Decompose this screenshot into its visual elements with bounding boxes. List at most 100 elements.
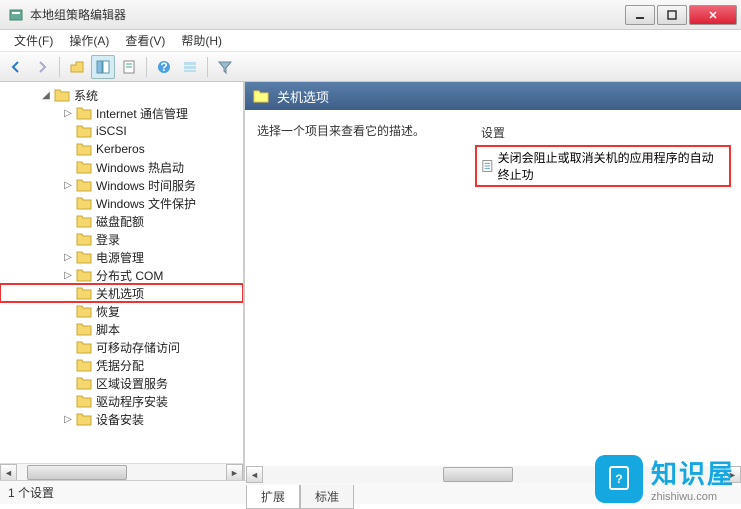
details-button[interactable] [178,55,202,79]
tree-item[interactable]: ▷ 设备安装 [0,410,243,428]
expand-icon[interactable]: ▷ [62,251,74,263]
content-area: ◢系统▷Internet 通信管理▷iSCSI▷Kerberos▷Windows… [0,82,741,480]
expand-icon[interactable]: ▷ [62,107,74,119]
tree-item[interactable]: ▷ Internet 通信管理 [0,104,243,122]
window-controls [623,5,737,25]
detail-description: 选择一个项目来查看它的描述。 [257,122,457,468]
tree-label: Windows 文件保护 [96,195,196,212]
toolbar-separator [146,57,147,77]
menu-view[interactable]: 查看(V) [117,30,173,51]
tree-item[interactable]: ▷ 电源管理 [0,248,243,266]
scroll-right-button[interactable]: ► [226,464,243,480]
settings-list: 设置 关闭会阻止或取消关机的应用程序的自动终止功 [477,122,729,468]
tree-item[interactable]: ▷磁盘配额 [0,212,243,230]
detail-body: 选择一个项目来查看它的描述。 设置 关闭会阻止或取消关机的应用程序的自动终止功 [245,110,741,480]
up-button[interactable] [65,55,89,79]
watermark-main: 知识屋 [651,454,735,491]
app-icon [8,7,24,23]
close-button[interactable] [689,5,737,25]
forward-button[interactable] [30,55,54,79]
folder-icon [253,89,269,103]
tree-label: Internet 通信管理 [96,105,188,122]
watermark-text: 知识屋 zhishiwu.com [651,454,735,503]
tree-toggle-button[interactable] [91,55,115,79]
tree-horizontal-scrollbar[interactable]: ◄ ► [0,463,243,480]
tree-label: 登录 [96,231,120,248]
menu-help[interactable]: 帮助(H) [173,30,230,51]
detail-header: 关机选项 [245,82,741,110]
tree-panel: ◢系统▷Internet 通信管理▷iSCSI▷Kerberos▷Windows… [0,82,245,480]
menubar: 文件(F) 操作(A) 查看(V) 帮助(H) [0,30,741,52]
watermark: ? 知识屋 zhishiwu.com [595,454,735,503]
svg-text:?: ? [160,60,167,74]
tree-label: 区域设置服务 [96,375,168,392]
tree-label: 恢复 [96,303,120,320]
properties-button[interactable] [117,55,141,79]
tree-item[interactable]: ▷登录 [0,230,243,248]
tree-label: iSCSI [96,124,127,138]
back-button[interactable] [4,55,28,79]
scroll-left-button[interactable]: ◄ [246,466,263,483]
tree-label: 脚本 [96,321,120,338]
tree-item[interactable]: ▷区域设置服务 [0,374,243,392]
filter-button[interactable] [213,55,237,79]
tree-item[interactable]: ▷可移动存储访问 [0,338,243,356]
status-text: 1 个设置 [8,484,54,501]
tree-label: 磁盘配额 [96,213,144,230]
tree-root[interactable]: ◢ 系统 [0,86,243,104]
setting-item[interactable]: 关闭会阻止或取消关机的应用程序的自动终止功 [477,147,729,185]
scroll-track[interactable] [17,464,226,480]
scroll-thumb[interactable] [27,465,127,480]
toolbar-separator [59,57,60,77]
tree-item[interactable]: ▷脚本 [0,320,243,338]
tab-standard[interactable]: 标准 [300,485,354,509]
settings-column-header[interactable]: 设置 [477,122,729,143]
tree-label: 电源管理 [96,249,144,266]
menu-action[interactable]: 操作(A) [61,30,117,51]
toolbar: ? [0,52,741,82]
view-tabs: 扩展 标准 [246,485,354,509]
watermark-sub: zhishiwu.com [651,491,735,503]
svg-text:?: ? [615,472,622,486]
tree-item[interactable]: ▷Windows 热启动 [0,158,243,176]
collapse-icon[interactable]: ◢ [40,89,52,101]
tree: ◢系统▷Internet 通信管理▷iSCSI▷Kerberos▷Windows… [0,82,243,432]
scroll-thumb[interactable] [443,467,513,482]
detail-panel: 关机选项 选择一个项目来查看它的描述。 设置 关闭会阻止或取消关机的应用程序的自… [245,82,741,480]
help-button[interactable]: ? [152,55,176,79]
tree-label: 驱动程序安装 [96,393,168,410]
policy-icon [481,159,494,173]
tree-item[interactable]: ▷ 分布式 COM [0,266,243,284]
expand-icon[interactable]: ▷ [62,413,74,425]
minimize-button[interactable] [625,5,655,25]
tree-label: 系统 [74,87,98,104]
tab-extended[interactable]: 扩展 [246,485,300,509]
menu-file[interactable]: 文件(F) [6,30,61,51]
expand-icon[interactable]: ▷ [62,269,74,281]
tree-label: Windows 时间服务 [96,177,196,194]
expand-icon[interactable]: ▷ [62,179,74,191]
scroll-left-button[interactable]: ◄ [0,464,17,480]
tree-label: 可移动存储访问 [96,339,180,356]
tree-label: 设备安装 [96,411,144,428]
tree-item[interactable]: ▷凭据分配 [0,356,243,374]
tree-item[interactable]: ▷Kerberos [0,140,243,158]
setting-label: 关闭会阻止或取消关机的应用程序的自动终止功 [498,149,725,183]
tree-item[interactable]: ▷Windows 文件保护 [0,194,243,212]
tree-label: Windows 热启动 [96,159,184,176]
toolbar-separator [207,57,208,77]
tree-label: Kerberos [96,142,145,156]
watermark-badge-icon: ? [595,455,643,503]
tree-item[interactable]: ▷iSCSI [0,122,243,140]
tree-label: 凭据分配 [96,357,144,374]
tree-item[interactable]: ▷关机选项 [0,284,243,302]
tree-item[interactable]: ▷驱动程序安装 [0,392,243,410]
maximize-button[interactable] [657,5,687,25]
tree-label: 分布式 COM [96,267,163,284]
detail-title: 关机选项 [277,87,329,106]
tree-item[interactable]: ▷恢复 [0,302,243,320]
tree-item[interactable]: ▷ Windows 时间服务 [0,176,243,194]
window-title: 本地组策略编辑器 [30,6,623,23]
titlebar: 本地组策略编辑器 [0,0,741,30]
tree-label: 关机选项 [96,285,144,302]
